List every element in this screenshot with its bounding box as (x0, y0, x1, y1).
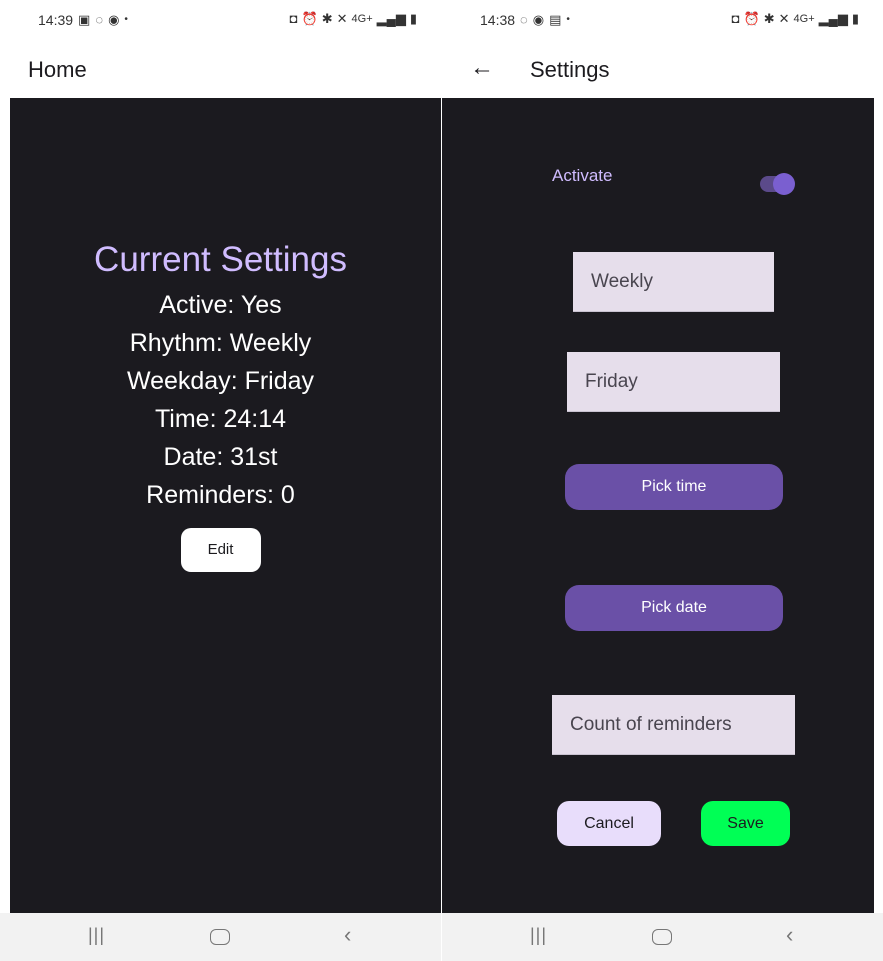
alarm-icon: ⏰ (301, 11, 318, 26)
edit-button[interactable]: Edit (180, 528, 261, 572)
network-4g-icon: 4G+ (793, 13, 815, 25)
whatsapp-icon: ◌ (95, 12, 104, 27)
pick-date-button[interactable]: Pick date (565, 585, 783, 631)
status-bar: 14:38 ◌ ◉ ▤ • ◘ ⏰ ✱ ✕ 4G+ ▂▄▆ ▮ (442, 0, 883, 40)
active-line: Active: Yes (159, 291, 282, 319)
gallery-icon: ▣ (78, 12, 91, 27)
settings-screen: 14:38 ◌ ◉ ▤ • ◘ ⏰ ✱ ✕ 4G+ ▂▄▆ ▮ ← Settin… (442, 0, 883, 961)
status-bar: 14:39 ▣ ◌ ◉ • ◘ ⏰ ✱ ✕ 4G+ ▂▄▆ ▮ (0, 0, 441, 40)
app-bar: ← Settings (442, 40, 883, 98)
recents-icon[interactable]: ||| (88, 925, 105, 946)
recents-icon[interactable]: ||| (530, 925, 547, 946)
bluetooth-icon: ✱ (763, 11, 775, 26)
current-settings-panel: Current Settings Active: Yes Rhythm: Wee… (0, 240, 441, 572)
activate-switch[interactable] (760, 173, 795, 195)
back-icon[interactable]: ‹ (786, 922, 793, 948)
signal-icon: ▂▄▆ (376, 11, 406, 26)
rhythm-line: Rhythm: Weekly (129, 329, 312, 357)
more-notifications-icon: • (124, 14, 128, 25)
rhythm-dropdown[interactable]: Weekly (573, 252, 774, 312)
more-notifications-icon: • (566, 14, 570, 25)
date-line: Date: 31st (163, 443, 278, 471)
pick-time-button[interactable]: Pick time (565, 464, 783, 510)
cancel-button[interactable]: Cancel (557, 801, 661, 846)
status-time: 14:38 (480, 12, 516, 28)
page-title: Settings (530, 57, 610, 82)
weekday-line: Weekday: Friday (126, 367, 315, 395)
battery-icon: ▮ (409, 11, 417, 26)
back-arrow-icon[interactable]: ← (470, 54, 494, 82)
alarm-icon: ⏰ (743, 11, 760, 26)
status-time: 14:39 (38, 12, 74, 28)
weekday-dropdown[interactable]: Friday (567, 352, 780, 412)
system-nav-bar: ||| ‹ (442, 913, 883, 961)
current-settings-heading: Current Settings (94, 240, 347, 279)
count-of-reminders-input[interactable]: Count of reminders (552, 695, 795, 755)
battery-icon: ▮ (851, 11, 859, 26)
back-icon[interactable]: ‹ (344, 922, 351, 948)
home-screen: 14:39 ▣ ◌ ◉ • ◘ ⏰ ✱ ✕ 4G+ ▂▄▆ ▮ Home Cur… (0, 0, 441, 961)
save-button[interactable]: Save (701, 801, 790, 846)
lock-icon: ◘ (289, 11, 298, 26)
home-icon[interactable] (652, 929, 672, 945)
network-4g-icon: 4G+ (351, 13, 373, 25)
app-icon: ◉ (532, 12, 545, 27)
reminders-line: Reminders: 0 (146, 481, 295, 509)
page-title: Home (28, 57, 87, 82)
settings-form: Activate Weekly Friday Pick time Pick da… (442, 98, 874, 913)
app-bar: Home (0, 40, 441, 98)
lock-icon: ◘ (731, 11, 740, 26)
whatsapp-icon: ◌ (520, 12, 528, 27)
system-nav-bar: ||| ‹ (0, 913, 441, 961)
bluetooth-icon: ✱ (321, 11, 333, 26)
mute-icon: ✕ (336, 11, 348, 26)
home-icon[interactable] (210, 929, 230, 945)
app-icon: ◉ (108, 12, 120, 27)
signal-icon: ▂▄▆ (818, 11, 848, 26)
time-line: Time: 24:14 (154, 405, 287, 433)
activate-label: Activate (552, 166, 613, 185)
mute-icon: ✕ (778, 11, 790, 26)
switch-thumb (773, 173, 795, 195)
message-icon: ▤ (549, 12, 562, 27)
